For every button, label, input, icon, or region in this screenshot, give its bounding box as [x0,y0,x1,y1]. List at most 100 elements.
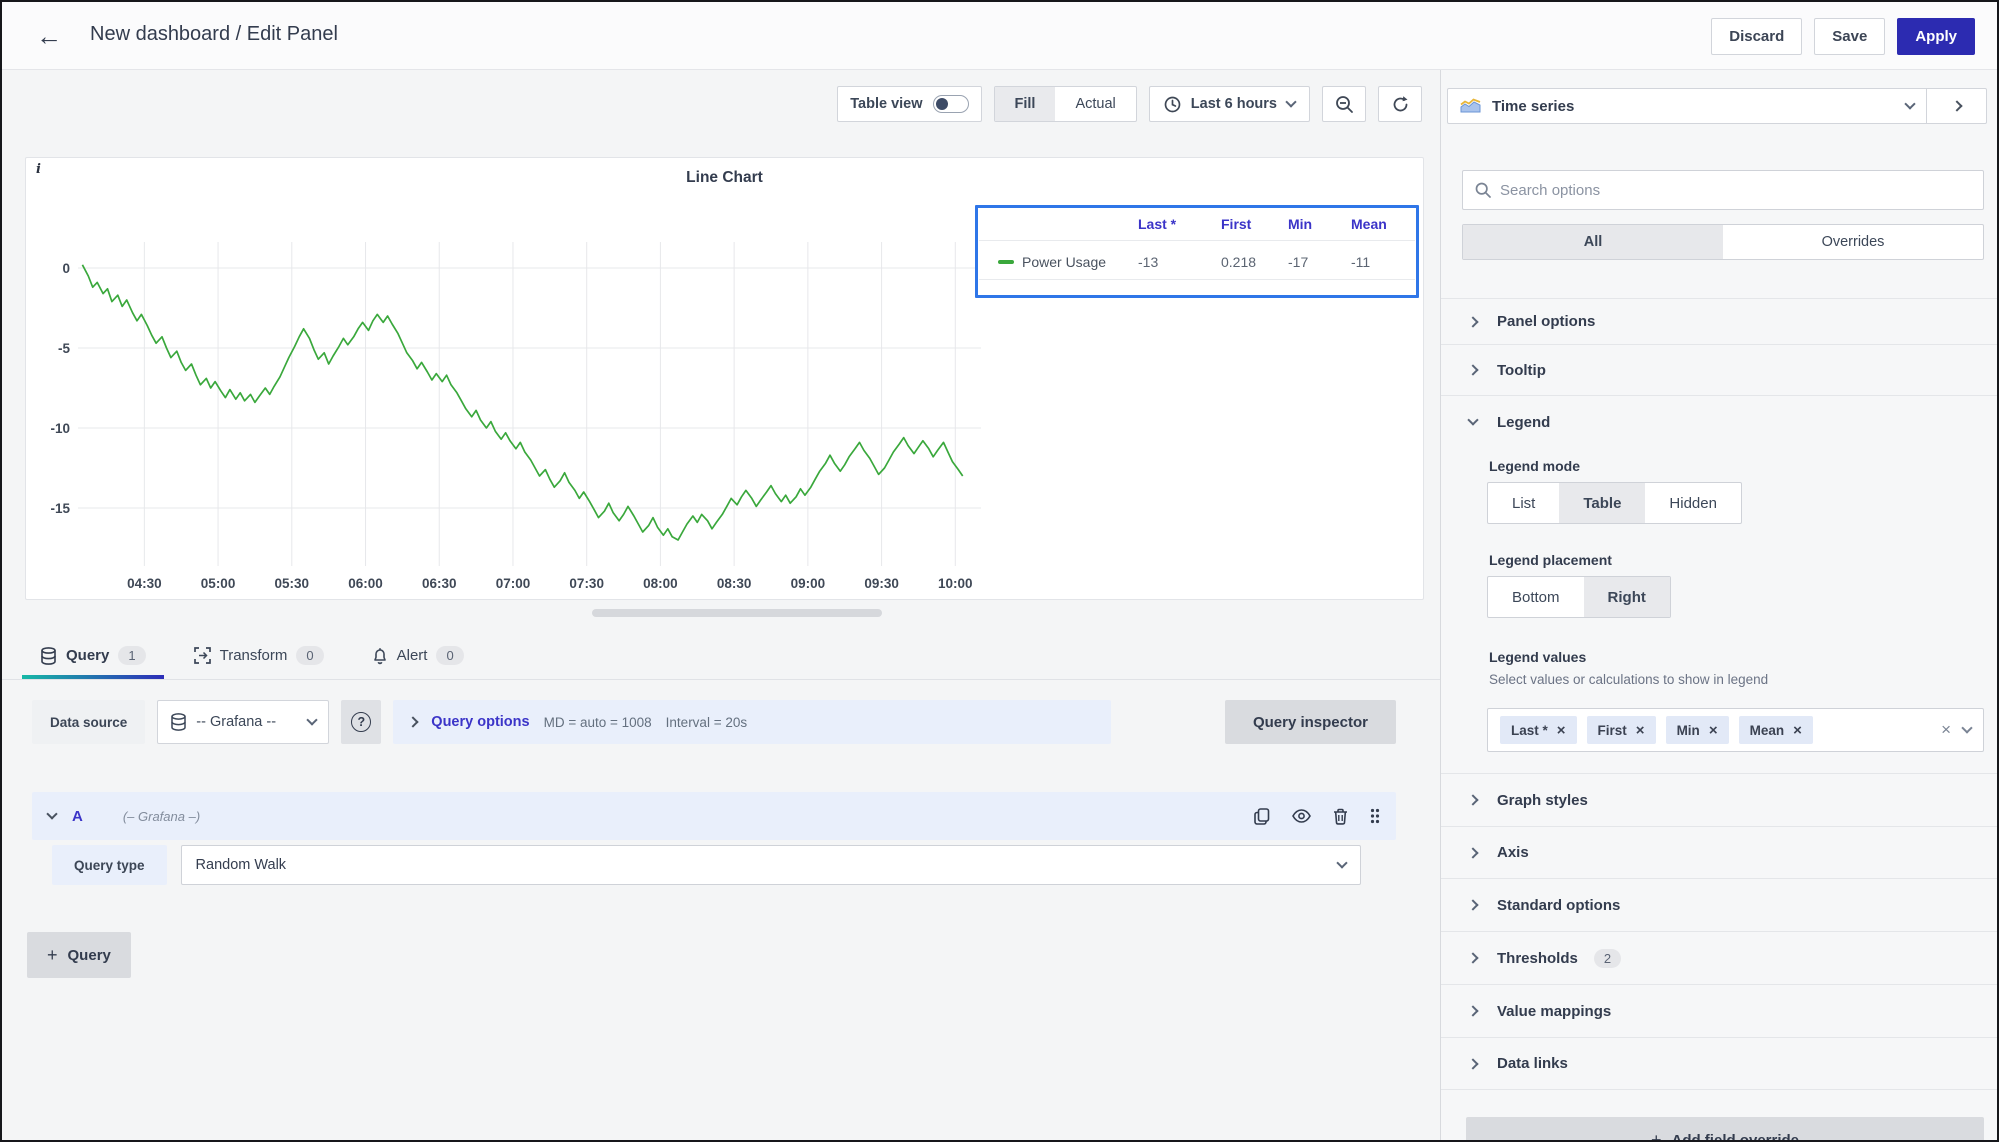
toggle-visibility-button[interactable] [1292,809,1311,823]
series-name[interactable]: Power Usage [1022,254,1106,270]
topbar-actions: Discard Save Apply [1711,18,1975,55]
legend-mode-list[interactable]: List [1488,483,1559,523]
datasource-value: -- Grafana -- [196,714,277,730]
section-thresholds[interactable]: Thresholds 2 [1441,932,1997,985]
remove-chip-icon[interactable]: × [1557,722,1566,739]
section-tooltip[interactable]: Tooltip [1441,345,1997,396]
grafana-edit-panel-window: ← New dashboard / Edit Panel Discard Sav… [0,0,1999,1142]
remove-chip-icon[interactable]: × [1636,722,1645,739]
tab-transform[interactable]: Transform 0 [184,632,334,679]
copy-icon [1254,807,1270,825]
chevron-right-icon [1467,794,1479,806]
legend-column-header[interactable]: Mean [1351,216,1387,232]
datasource-help-button[interactable]: ? [341,700,382,744]
panel-preview: i Line Chart 0 -5 -10 -15 04:30 05:00 05:30 06:… [25,157,1424,600]
search-options-input[interactable] [1500,181,1971,199]
workspace: Table view Fill Actual Last 6 hours i Li… [2,70,1444,1140]
chevron-right-icon [1467,952,1479,964]
drag-handle[interactable] [1370,808,1380,824]
query-type-select[interactable]: Random Walk [180,845,1361,885]
legend-column-header[interactable]: First [1221,216,1251,232]
legend-table-highlighted[interactable]: Last * First Min Mean Power Usage -13 0.218 -17… [975,205,1419,298]
legend-value-chip: First × [1586,716,1656,744]
legend-column-header[interactable]: Last * [1138,216,1176,232]
chevron-down-icon [1904,98,1916,110]
zoom-out-button[interactable] [1322,86,1366,122]
visualization-value: Time series [1492,97,1575,115]
chevron-down-icon[interactable] [1961,722,1973,734]
remove-chip-icon[interactable]: × [1709,722,1718,739]
section-standard-options[interactable]: Standard options [1441,879,1997,932]
query-row-a[interactable]: A (– Grafana –) [32,792,1396,840]
section-axis[interactable]: Axis [1441,827,1997,879]
datasource-picker[interactable]: -- Grafana -- [157,700,330,744]
duplicate-query-button[interactable] [1254,807,1270,825]
grip-dots-icon [1370,808,1380,824]
save-button[interactable]: Save [1814,18,1886,55]
section-legend[interactable]: Legend [1441,396,1997,448]
clear-all-icon[interactable]: × [1941,720,1951,740]
section-value-mappings[interactable]: Value mappings [1441,985,1997,1038]
horizontal-scrollbar[interactable] [592,609,882,617]
tab-query[interactable]: Query 1 [22,632,164,679]
eye-icon [1292,809,1311,823]
legend-mode-hidden[interactable]: Hidden [1645,483,1741,523]
collapse-pane-button[interactable] [1927,88,1987,124]
fill-option[interactable]: Fill [994,87,1056,121]
series-color-swatch[interactable] [998,260,1014,264]
collapse-query-icon[interactable] [46,808,58,820]
legend-placement-right[interactable]: Right [1583,577,1670,617]
query-options-link[interactable]: Query options [431,714,529,730]
chevron-right-icon [1950,100,1963,112]
query-inspector-button[interactable]: Query inspector [1224,700,1396,744]
divider [979,279,1415,280]
query-options-bar: Query options MD = auto = 1008 Interval … [393,700,1112,744]
time-series-icon [1460,98,1481,113]
legend-stat-value: -11 [1351,254,1371,270]
add-query-button[interactable]: + Query [27,932,131,978]
section-panel-options[interactable]: Panel options [1441,298,1997,345]
chevron-down-icon [1335,857,1348,869]
max-datapoints-text: MD = auto = 1008 [543,714,652,730]
legend-values-select[interactable]: Last * × First × Min × Mean × × [1487,708,1984,752]
time-range-picker[interactable]: Last 6 hours [1148,86,1310,122]
legend-mode-table[interactable]: Table [1559,483,1646,523]
legend-placement-switch: Bottom Right [1487,576,1671,618]
delete-query-button[interactable] [1333,808,1348,825]
legend-value-chip: Mean × [1738,716,1813,744]
remove-chip-icon[interactable]: × [1793,722,1802,739]
visualization-picker[interactable]: Time series [1447,88,1927,124]
all-overrides-switch: All Overrides [1462,224,1984,260]
visualization-row: Time series [1447,88,1987,124]
search-icon [1475,182,1491,198]
query-type-value: Random Walk [195,857,287,873]
legend-values-help: Select values or calculations to show in… [1489,672,1769,687]
add-field-override-button[interactable]: + Add field override [1466,1117,1984,1140]
tab-overrides[interactable]: Overrides [1723,225,1983,259]
thresholds-count-badge: 2 [1593,948,1622,968]
series-line-power-usage [81,264,964,541]
database-icon [171,713,187,731]
tab-all[interactable]: All [1463,225,1723,259]
refresh-button[interactable] [1378,86,1422,122]
tab-alert[interactable]: Alert 0 [362,632,474,679]
legend-column-header[interactable]: Min [1288,216,1312,232]
apply-button[interactable]: Apply [1897,18,1975,55]
actual-option[interactable]: Actual [1055,87,1135,121]
table-view-control: Table view [837,86,982,122]
table-view-toggle[interactable] [932,95,969,113]
back-arrow-icon[interactable]: ← [32,20,66,52]
discard-button[interactable]: Discard [1711,18,1803,55]
divider [979,240,1415,241]
y-tick-label: -15 [50,501,70,516]
clock-icon [1164,96,1181,112]
section-data-links[interactable]: Data links [1441,1038,1997,1090]
tab-label: Query [66,647,110,664]
legend-placement-bottom[interactable]: Bottom [1488,577,1584,617]
options-search [1462,170,1984,210]
chevron-down-icon [1467,414,1479,426]
legend-stat-value: -13 [1138,254,1159,270]
x-tick-label: 05:00 [201,576,236,591]
x-tick-label: 10:00 [938,576,973,591]
section-graph-styles[interactable]: Graph styles [1441,774,1997,827]
